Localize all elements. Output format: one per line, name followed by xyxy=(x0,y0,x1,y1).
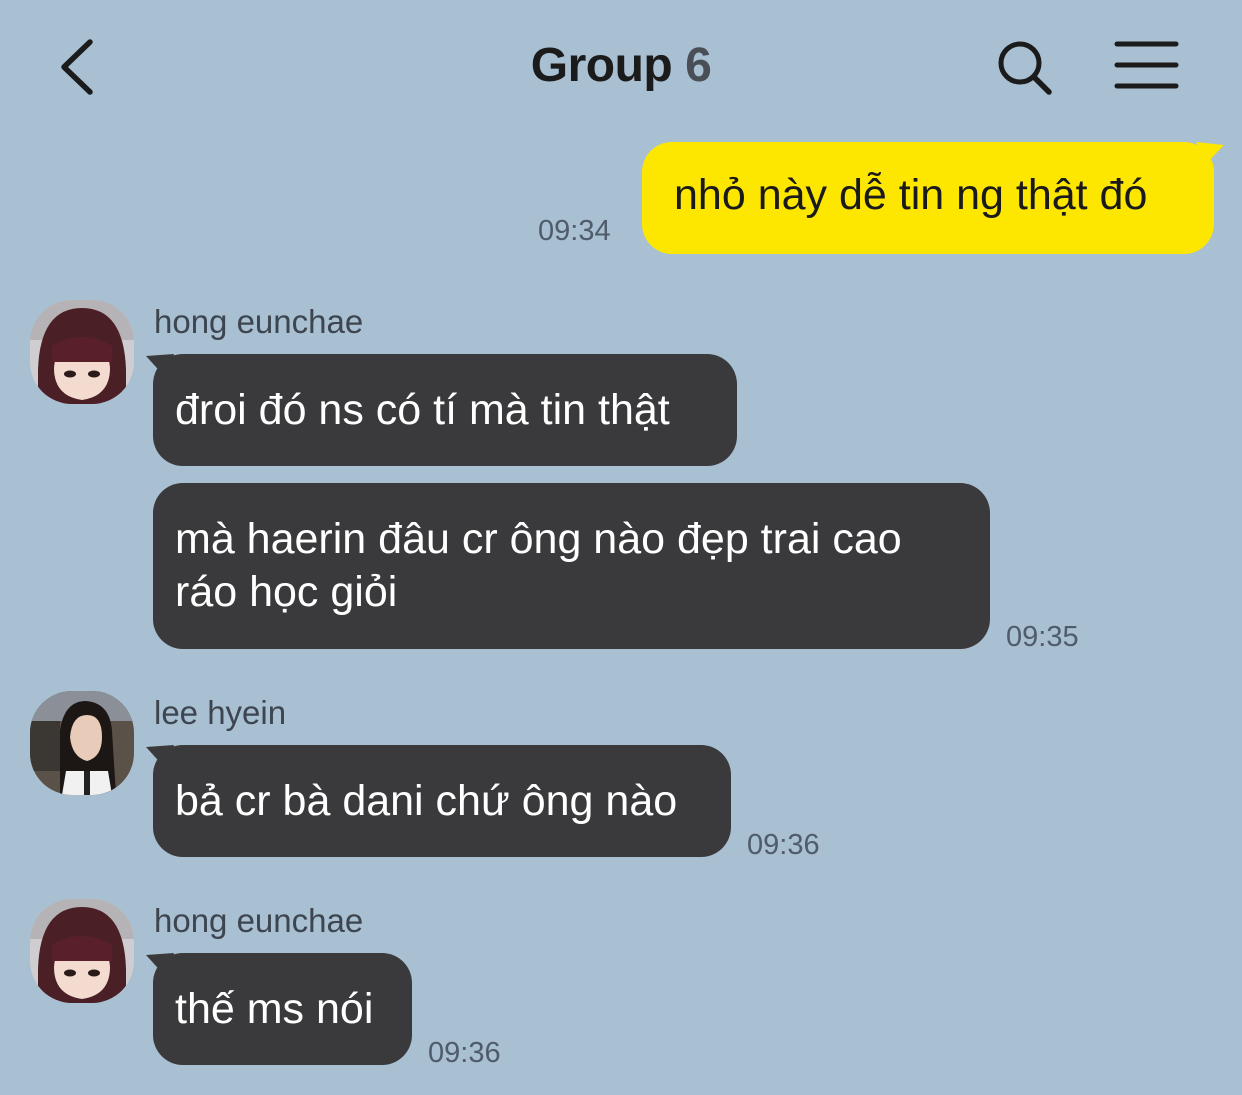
message-bubble[interactable]: đroi đó ns có tí mà tin thật xyxy=(153,354,737,466)
my-message-bubble[interactable]: nhỏ này dễ tin ng thật đó xyxy=(642,142,1214,254)
message-text: nhỏ này dễ tin ng thật đó xyxy=(674,171,1148,219)
message-bubble[interactable]: thế ms nói xyxy=(153,953,412,1065)
group-name: Group xyxy=(530,39,673,92)
avatar-photo xyxy=(30,300,134,404)
message-time: 09:35 xyxy=(1006,621,1079,653)
sender-name: lee hyein xyxy=(154,694,287,731)
search-icon xyxy=(998,41,1052,95)
message-time: 09:36 xyxy=(428,1037,501,1069)
sender-name: hong eunchae xyxy=(154,902,364,939)
message-text: thế ms nói xyxy=(175,985,374,1033)
avatar-photo xyxy=(30,691,134,795)
avatar[interactable] xyxy=(30,691,134,795)
message-bubble[interactable]: bả cr bà dani chứ ông nào xyxy=(153,745,731,857)
message-text: bả cr bà dani chứ ông nào xyxy=(175,777,678,825)
avatar[interactable] xyxy=(30,300,134,404)
avatar-photo xyxy=(30,899,134,1003)
message-text: đroi đó ns có tí mà tin thật xyxy=(175,386,670,434)
hamburger-menu-icon xyxy=(1114,41,1179,89)
member-count: 6 xyxy=(685,39,712,92)
message-text: mà haerin đâu cr ông nào đẹp trai cao rá… xyxy=(175,515,902,616)
sender-name: hong eunchae xyxy=(154,303,364,340)
message-bubble[interactable]: mà haerin đâu cr ông nào đẹp trai cao rá… xyxy=(153,483,990,649)
message-time: 09:36 xyxy=(747,829,820,861)
menu-button[interactable] xyxy=(1112,38,1182,94)
search-button[interactable] xyxy=(992,36,1056,100)
avatar[interactable] xyxy=(30,899,134,1003)
message-time: 09:34 xyxy=(538,215,611,247)
bubble-tail xyxy=(1196,142,1224,164)
